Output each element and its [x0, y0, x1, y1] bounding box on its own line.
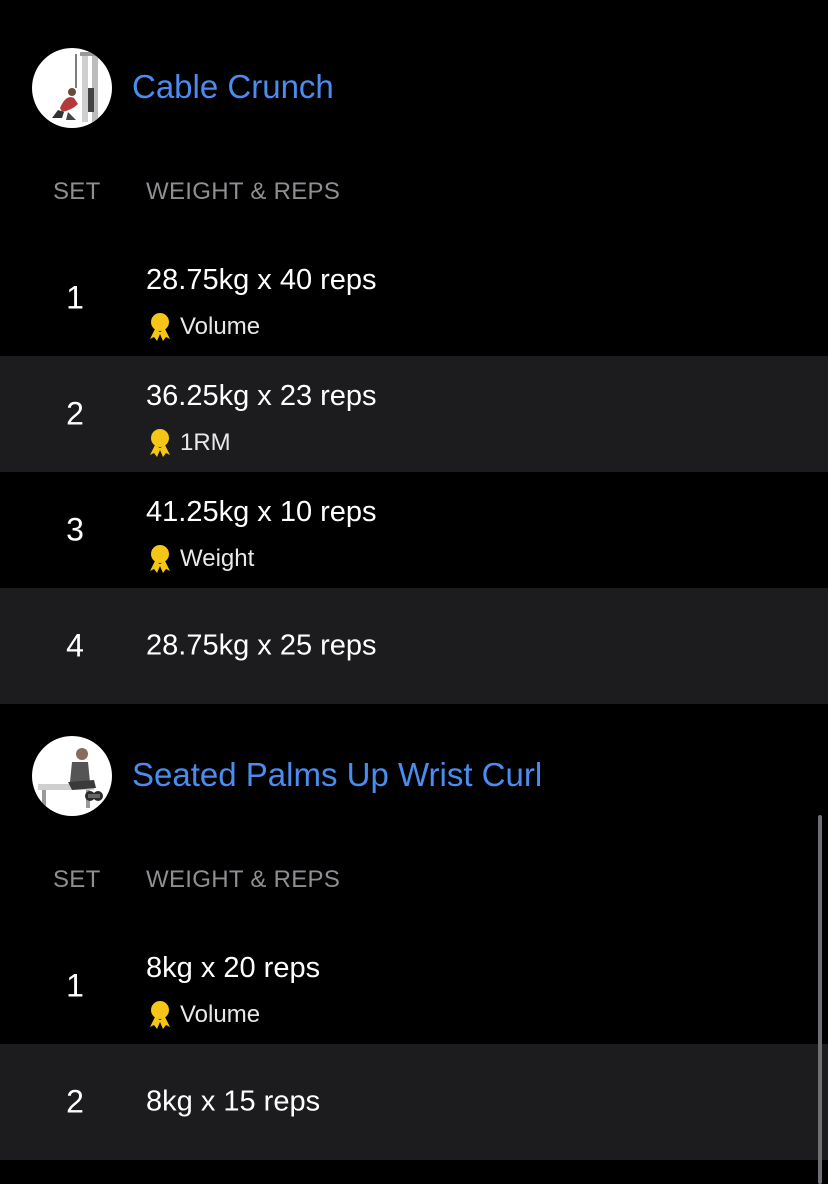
set-number: 2	[66, 395, 84, 432]
exercise-image[interactable]	[32, 48, 112, 128]
weight-reps-column-header: WEIGHT & REPS	[146, 178, 341, 205]
pr-badge: Volume	[146, 312, 260, 342]
cable-crunch-illustration-icon	[52, 52, 100, 122]
exercise-header-cable-crunch: Cable Crunch SET WEIGHT & REPS	[0, 0, 828, 205]
exercise-title[interactable]: Seated Palms Up Wrist Curl	[132, 756, 542, 794]
set-weight-reps: 28.75kg x 25 reps	[146, 629, 377, 662]
set-weight-reps: 8kg x 20 reps	[146, 952, 321, 984]
set-number: 1	[66, 279, 84, 316]
set-column-header: SET	[53, 866, 101, 893]
set-number: 4	[66, 627, 84, 664]
set-weight-reps: 8kg x 15 reps	[146, 1085, 321, 1118]
pr-label: Weight	[180, 545, 255, 572]
set-number: 3	[66, 511, 84, 548]
set-row[interactable]: 4 28.75kg x 25 reps	[0, 588, 828, 704]
pr-label: Volume	[180, 1001, 261, 1028]
exercise-title[interactable]: Cable Crunch	[132, 68, 334, 106]
set-column-header: SET	[53, 178, 101, 205]
set-row[interactable]: 1 8kg x 20 reps Volume	[0, 928, 828, 1044]
medal-icon	[146, 312, 174, 342]
pr-badge: Volume	[146, 1000, 260, 1030]
weight-reps-column-header: WEIGHT & REPS	[146, 866, 341, 893]
set-weight-reps: 41.25kg x 10 reps	[146, 496, 377, 528]
exercise-header-wrist-curl: Seated Palms Up Wrist Curl SET WEIGHT & …	[0, 704, 828, 893]
medal-icon	[146, 428, 174, 458]
scrollbar[interactable]	[818, 815, 822, 1184]
medal-icon	[146, 1000, 174, 1030]
set-row[interactable]: 2 36.25kg x 23 reps 1RM	[0, 356, 828, 472]
set-row[interactable]: 3 41.25kg x 10 reps Weight	[0, 472, 828, 588]
pr-badge: 1RM	[146, 428, 231, 458]
pr-badge: Weight	[146, 544, 254, 574]
set-row[interactable]: 2 8kg x 15 reps	[0, 1044, 828, 1160]
pr-label: Volume	[180, 313, 261, 340]
set-weight-reps: 28.75kg x 40 reps	[146, 264, 377, 296]
exercise-image[interactable]	[32, 736, 112, 816]
set-weight-reps: 36.25kg x 23 reps	[146, 380, 377, 412]
set-row[interactable]: 1 28.75kg x 40 reps Volume	[0, 240, 828, 356]
pr-label: 1RM	[180, 429, 231, 456]
wrist-curl-illustration-icon	[38, 748, 103, 808]
set-number: 2	[66, 1083, 84, 1120]
set-number: 1	[66, 967, 84, 1004]
medal-icon	[146, 544, 174, 574]
